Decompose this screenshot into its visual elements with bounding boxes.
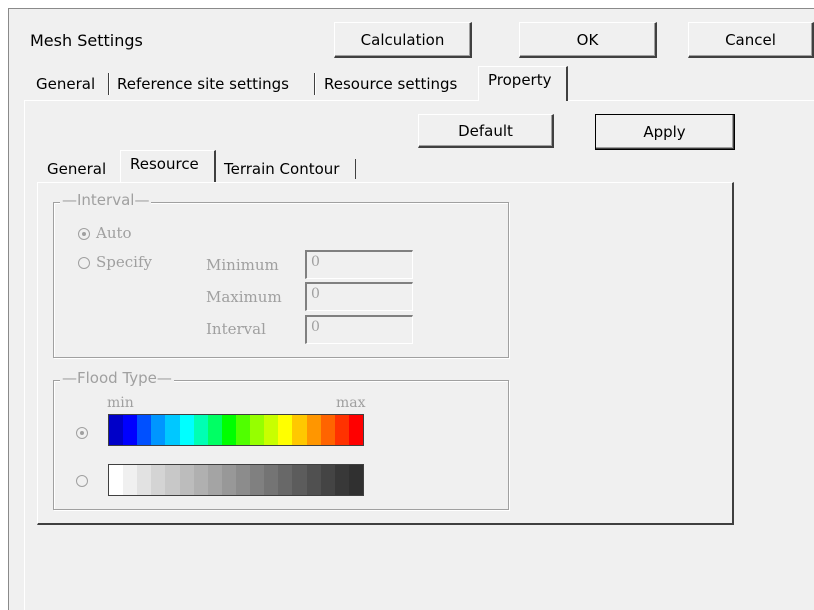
gray-swatch	[278, 465, 293, 495]
tab-resource-settings[interactable]: Resource settings	[324, 70, 457, 98]
specify-radio[interactable]	[78, 257, 90, 269]
tab-page-border-left	[24, 100, 25, 610]
default-button[interactable]: Default	[418, 114, 554, 148]
maximum-field[interactable]: 0	[305, 282, 413, 311]
gray-swatch	[235, 465, 251, 495]
gray-swatch	[109, 465, 124, 495]
subtab-resource[interactable]: Resource	[130, 151, 199, 177]
minimum-field[interactable]: 0	[305, 250, 413, 279]
tab-page-border	[24, 100, 814, 101]
gray-swatch	[320, 465, 335, 495]
interval-group-legend: —Interval—	[60, 191, 152, 209]
interval-field[interactable]: 0	[305, 315, 413, 344]
tab-separator-highlight	[109, 73, 110, 95]
min-label: min	[107, 395, 134, 411]
gray-swatch	[292, 465, 307, 495]
gray-swatch	[306, 465, 321, 495]
color-swatch	[334, 415, 349, 445]
flood-type-legend-text: Flood Type	[77, 369, 157, 387]
gray-swatch	[334, 465, 349, 495]
gray-swatch	[348, 465, 363, 495]
gray-swatch	[193, 465, 208, 495]
auto-radio[interactable]	[78, 228, 90, 240]
gray-ramp[interactable]	[108, 464, 364, 496]
subtab-general[interactable]: General	[47, 156, 106, 182]
ok-button[interactable]: OK	[519, 22, 657, 58]
color-swatch	[207, 415, 222, 445]
color-swatch	[306, 415, 321, 445]
maximum-label: Maximum	[206, 288, 282, 306]
gray-swatch	[207, 465, 222, 495]
color-swatch	[250, 415, 265, 445]
color-swatch	[165, 415, 180, 445]
color-swatch	[151, 415, 166, 445]
color-swatch	[235, 415, 251, 445]
color-swatch	[109, 415, 124, 445]
auto-label: Auto	[96, 224, 132, 242]
apply-button[interactable]: Apply	[595, 114, 735, 150]
color-swatch	[348, 415, 363, 445]
interval-label: Interval	[206, 320, 266, 338]
tab-reference-site-settings[interactable]: Reference site settings	[117, 70, 289, 98]
max-label: max	[336, 395, 366, 411]
color-swatch	[292, 415, 307, 445]
dialog-title: Mesh Settings	[30, 31, 143, 50]
color-swatch	[278, 415, 293, 445]
gray-swatch	[221, 465, 236, 495]
gray-ramp-radio[interactable]	[76, 475, 88, 487]
minimum-label: Minimum	[206, 256, 279, 274]
gray-swatch	[250, 465, 265, 495]
specify-label: Specify	[96, 253, 152, 271]
gray-swatch	[165, 465, 180, 495]
tab-separator-highlight	[315, 73, 316, 95]
flood-type-group-legend: —Flood Type—	[60, 369, 174, 387]
tab-general[interactable]: General	[36, 70, 95, 98]
tab-property[interactable]: Property	[488, 66, 551, 94]
color-ramp-radio[interactable]	[76, 427, 88, 439]
cancel-button[interactable]: Cancel	[688, 22, 814, 58]
color-swatch	[123, 415, 138, 445]
subtab-terrain-contour[interactable]: Terrain Contour	[224, 156, 339, 182]
gray-swatch	[137, 465, 152, 495]
gray-swatch	[151, 465, 166, 495]
color-swatch	[193, 415, 208, 445]
color-swatch	[137, 415, 152, 445]
color-swatch	[264, 415, 279, 445]
subtab-separator	[355, 159, 356, 179]
calculation-button[interactable]: Calculation	[334, 22, 472, 58]
gray-swatch	[264, 465, 279, 495]
color-swatch	[221, 415, 236, 445]
gray-swatch	[179, 465, 194, 495]
gray-swatch	[123, 465, 138, 495]
color-ramp[interactable]	[108, 414, 364, 446]
color-swatch	[320, 415, 335, 445]
color-swatch	[179, 415, 194, 445]
interval-legend-text: Interval	[77, 191, 135, 209]
